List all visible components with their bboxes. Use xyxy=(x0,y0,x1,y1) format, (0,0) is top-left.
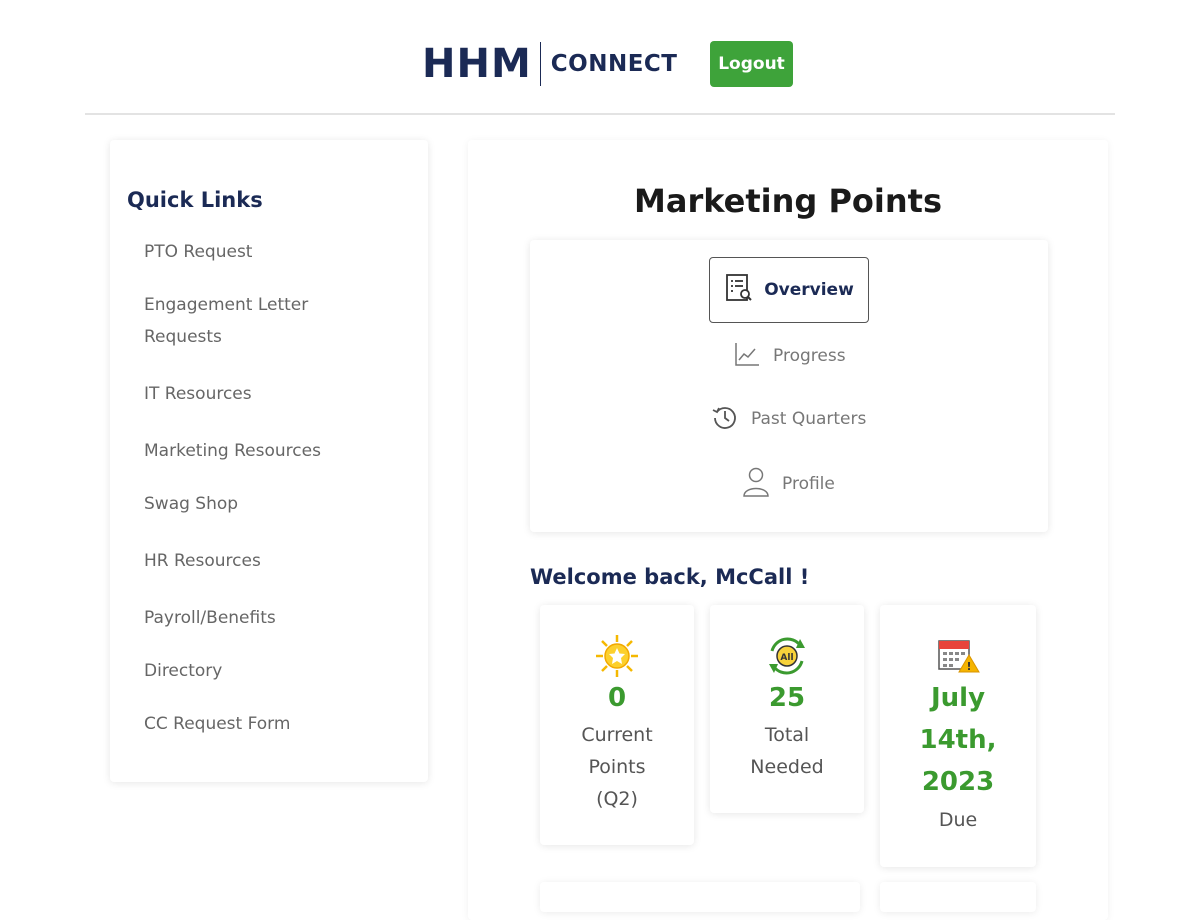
quick-link-payroll-benefits[interactable]: Payroll/Benefits xyxy=(144,602,276,634)
overview-report-icon xyxy=(724,273,754,307)
tab-progress[interactable]: Progress xyxy=(733,340,846,372)
quick-link-hr-resources[interactable]: HR Resources xyxy=(144,545,261,577)
hhm-connect-logo[interactable]: HHM CONNECT xyxy=(422,40,677,88)
due-date-label: Due xyxy=(938,809,978,831)
tab-past-quarters[interactable]: Past Quarters xyxy=(711,403,866,435)
due-date-month: July xyxy=(930,683,986,713)
quick-link-engagement-letter-requests[interactable]: Requests xyxy=(144,321,222,353)
total-needed-label-line1: Total xyxy=(764,724,810,746)
logo-hhm-text: HHM xyxy=(422,41,532,87)
tab-past-quarters-label: Past Quarters xyxy=(751,409,867,429)
current-points-label-line1: Current xyxy=(581,724,653,746)
tab-overview[interactable]: Overview xyxy=(709,257,869,323)
total-needed-label-line2: Needed xyxy=(750,756,824,778)
all-cycle-icon: All xyxy=(764,635,810,681)
quick-links-title: Quick Links xyxy=(127,188,263,212)
quick-links-panel: Quick Links PTO Request Engagement Lette… xyxy=(110,140,428,782)
tab-profile-label: Profile xyxy=(782,474,835,494)
history-clock-icon xyxy=(711,403,739,435)
calendar-warning-icon: ! xyxy=(935,635,981,679)
header-divider xyxy=(85,113,1115,115)
due-date-day: 14th, xyxy=(919,725,997,755)
quick-link-cc-request-form[interactable]: CC Request Form xyxy=(144,708,290,740)
current-points-label-line2: Points xyxy=(588,756,646,778)
quick-link-marketing-resources[interactable]: Marketing Resources xyxy=(144,435,321,467)
tab-progress-label: Progress xyxy=(773,346,846,366)
svg-text:!: ! xyxy=(966,660,971,673)
due-date-card: ! July 14th, 2023 Due xyxy=(880,605,1036,867)
quick-link-it-resources[interactable]: IT Resources xyxy=(144,378,252,410)
svg-text:All: All xyxy=(780,653,793,663)
current-points-label-line3: (Q2) xyxy=(596,788,638,810)
page-title: Marketing Points xyxy=(634,182,942,220)
app-header: HHM CONNECT Logout xyxy=(0,0,1200,115)
logo-divider xyxy=(539,42,541,86)
tab-overview-label: Overview xyxy=(764,280,854,300)
quick-link-engagement-letter[interactable]: Engagement Letter xyxy=(144,289,308,321)
tab-profile[interactable]: Profile xyxy=(742,466,835,502)
sun-star-icon xyxy=(594,633,640,683)
quick-link-directory[interactable]: Directory xyxy=(144,655,222,687)
next-row-card-left xyxy=(540,882,860,912)
logo-connect-text: CONNECT xyxy=(550,51,678,77)
quick-link-swag-shop[interactable]: Swag Shop xyxy=(144,488,238,520)
current-points-value: 0 xyxy=(607,683,627,713)
total-needed-card: All 25 Total Needed xyxy=(710,605,864,813)
current-points-card: 0 Current Points (Q2) xyxy=(540,605,694,845)
welcome-message: Welcome back, McCall ! xyxy=(530,565,810,589)
progress-chart-icon xyxy=(733,340,761,372)
quick-link-pto-request[interactable]: PTO Request xyxy=(144,236,252,268)
logout-button[interactable]: Logout xyxy=(710,41,793,87)
total-needed-value: 25 xyxy=(768,683,806,713)
due-date-year: 2023 xyxy=(921,767,995,797)
user-profile-icon xyxy=(742,466,770,502)
next-row-card-right xyxy=(880,882,1036,912)
